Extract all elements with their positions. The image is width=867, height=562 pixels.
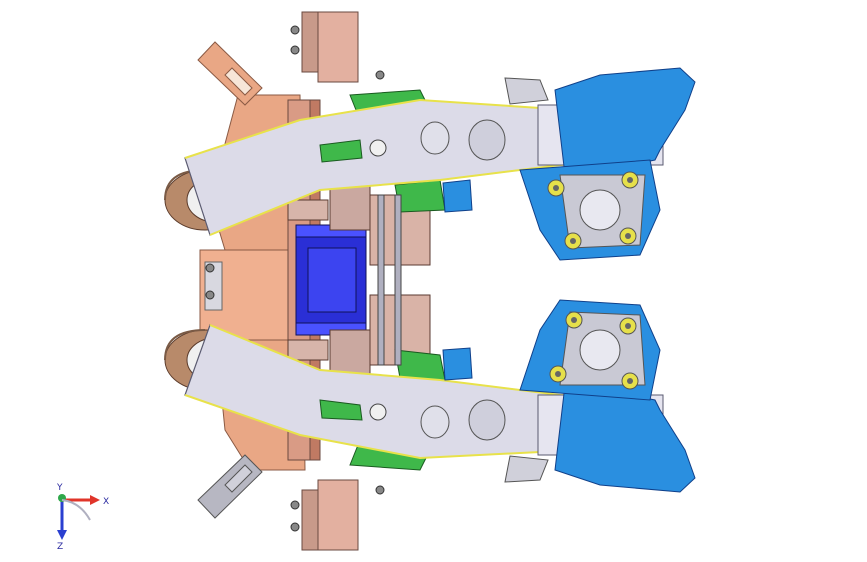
blue-clips xyxy=(442,179,473,381)
z-axis-label: Z xyxy=(57,542,63,550)
y-axis-label: Y xyxy=(56,483,63,493)
x-axis-head xyxy=(90,495,100,505)
z-axis-head xyxy=(57,530,67,540)
diagonal-arm-top xyxy=(197,41,263,106)
x-axis-label: X xyxy=(103,497,109,507)
coordinate-triad: X Y Z xyxy=(56,483,109,550)
blue-cylinder xyxy=(295,224,367,336)
cad-graphics-viewport[interactable] xyxy=(0,0,867,562)
diagonal-arm-bottom xyxy=(197,454,263,519)
